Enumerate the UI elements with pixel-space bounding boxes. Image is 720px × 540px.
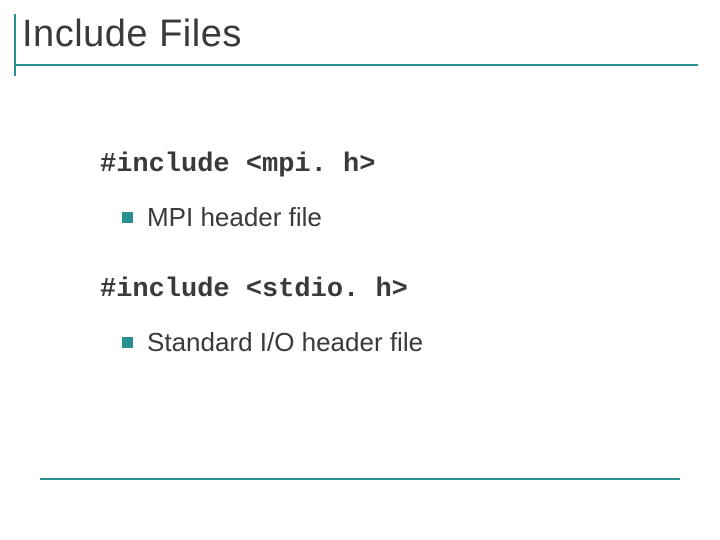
code-line: #include <mpi. h> bbox=[100, 150, 680, 180]
bullet-text: MPI header file bbox=[147, 202, 322, 233]
bullet-text: Standard I/O header file bbox=[147, 327, 423, 358]
code-line: #include <stdio. h> bbox=[100, 275, 680, 305]
bullet-icon bbox=[122, 212, 133, 223]
slide: Include Files #include <mpi. h> MPI head… bbox=[0, 0, 720, 540]
title-left-accent bbox=[14, 14, 16, 76]
title-underline bbox=[14, 64, 698, 66]
bullet-item: MPI header file bbox=[122, 202, 680, 233]
slide-title: Include Files bbox=[14, 14, 698, 56]
bottom-rule bbox=[40, 478, 680, 480]
title-block: Include Files bbox=[14, 14, 698, 66]
slide-content: #include <mpi. h> MPI header file #inclu… bbox=[100, 150, 680, 358]
bullet-icon bbox=[122, 337, 133, 348]
bullet-item: Standard I/O header file bbox=[122, 327, 680, 358]
